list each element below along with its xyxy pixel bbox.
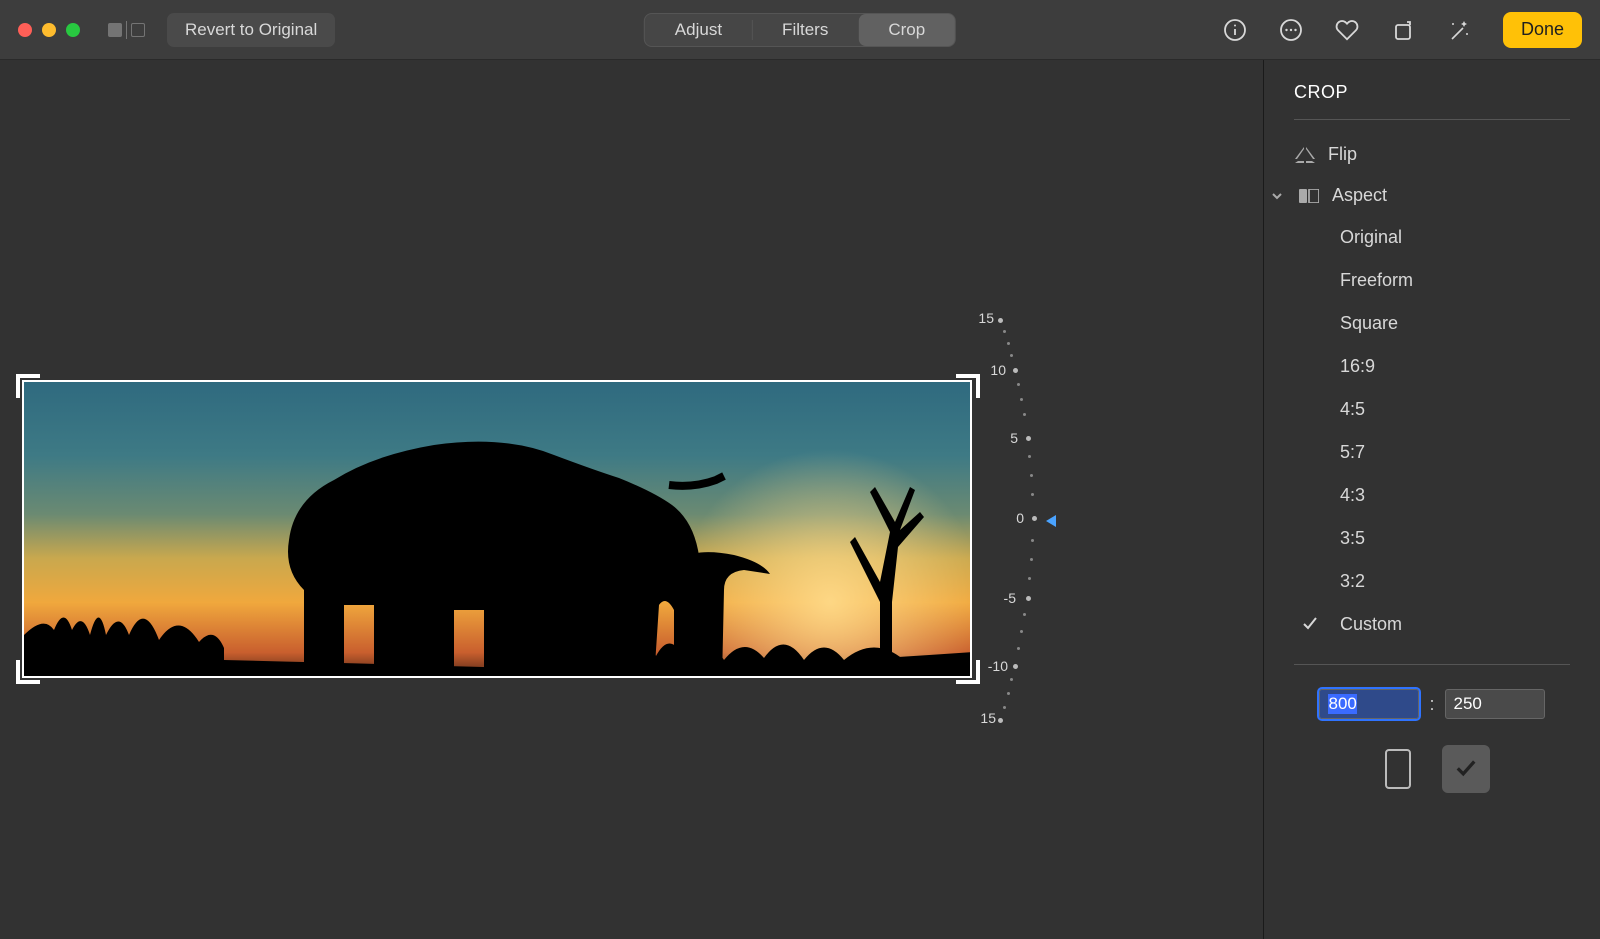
ratio-height-input[interactable] [1445,689,1545,719]
flip-button[interactable]: Flip [1294,134,1570,175]
aspect-disclosure[interactable]: Aspect [1268,175,1570,216]
crop-handle-bottom-left[interactable] [16,660,40,684]
favorite-heart-icon[interactable] [1335,18,1359,42]
aspect-ratio-list: Original Freeform Square 16:9 4:5 5:7 4:… [1340,216,1570,646]
sidebar-title: CROP [1294,82,1570,120]
orientation-landscape-button[interactable] [1442,745,1490,793]
dial-indicator-icon [1046,515,1056,527]
auto-enhance-icon[interactable] [1447,18,1471,42]
done-button[interactable]: Done [1503,12,1582,48]
ratio-separator: : [1429,694,1434,715]
photo-browser-toggle[interactable] [108,21,145,39]
photo-grass-silhouette [24,580,972,678]
straighten-dial[interactable]: 15 10 5 0 -5 -10 15 [970,310,1060,730]
crop-handle-top-left[interactable] [16,374,40,398]
rotate-icon[interactable] [1391,18,1415,42]
flip-icon [1294,147,1316,163]
custom-ratio-inputs: : [1294,689,1570,719]
tab-crop[interactable]: Crop [858,14,955,46]
tab-adjust[interactable]: Adjust [645,14,752,46]
window-controls [18,23,80,37]
chevron-down-icon [1268,190,1286,202]
crop-region[interactable] [22,380,972,678]
fullscreen-window-button[interactable] [66,23,80,37]
aspect-option-original[interactable]: Original [1340,216,1570,259]
aspect-option-4-3[interactable]: 4:3 [1340,474,1570,517]
edit-mode-tabs: Adjust Filters Crop [644,13,956,47]
aspect-option-16-9[interactable]: 16:9 [1340,345,1570,388]
tab-filters[interactable]: Filters [752,14,858,46]
checkmark-icon [1455,756,1477,783]
more-options-icon[interactable] [1279,18,1303,42]
aspect-label: Aspect [1332,185,1387,206]
aspect-option-3-2[interactable]: 3:2 [1340,560,1570,603]
aspect-option-custom[interactable]: Custom [1340,603,1570,646]
crop-canvas-area: 15 10 5 0 -5 -10 15 [0,60,1263,939]
crop-sidebar: CROP Flip Aspect Original Freeform Squar… [1263,60,1600,939]
orientation-buttons [1294,745,1570,793]
ratio-width-input[interactable] [1319,689,1419,719]
aspect-option-5-7[interactable]: 5:7 [1340,431,1570,474]
revert-to-original-button[interactable]: Revert to Original [167,13,335,47]
sidebar-divider [1294,664,1570,665]
minimize-window-button[interactable] [42,23,56,37]
checkmark-icon [1302,615,1318,636]
info-icon[interactable] [1223,18,1247,42]
aspect-option-square[interactable]: Square [1340,302,1570,345]
aspect-option-freeform[interactable]: Freeform [1340,259,1570,302]
flip-label: Flip [1328,144,1357,165]
toolbar-right-group: Done [1223,12,1582,48]
orientation-portrait-button[interactable] [1374,745,1422,793]
aspect-option-4-5[interactable]: 4:5 [1340,388,1570,431]
aspect-option-3-5[interactable]: 3:5 [1340,517,1570,560]
close-window-button[interactable] [18,23,32,37]
top-toolbar: Revert to Original Adjust Filters Crop [0,0,1600,60]
aspect-icon [1298,189,1320,203]
